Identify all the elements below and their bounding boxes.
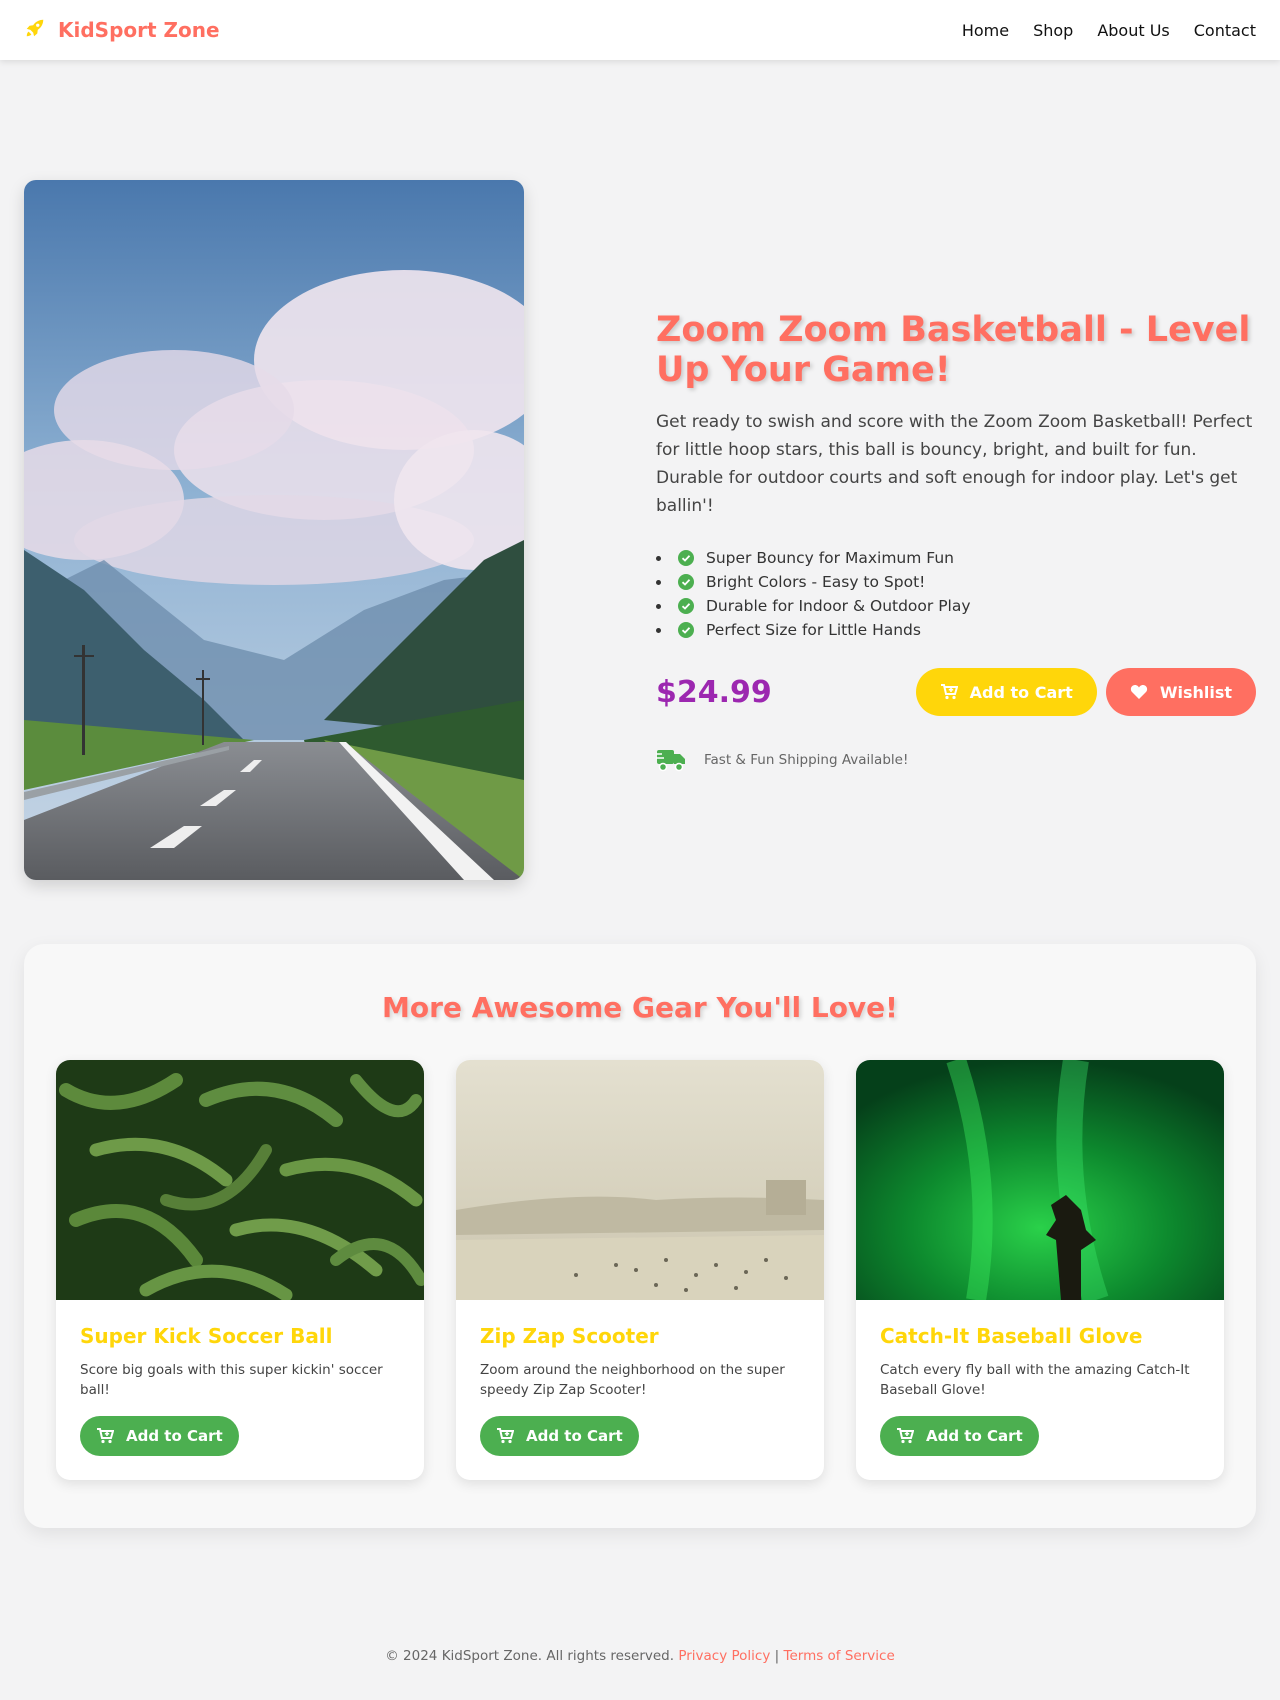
add-to-cart-button[interactable]: Add to Cart [915,668,1097,716]
card-image [856,1060,1224,1300]
nav-about-us[interactable]: About Us [1097,21,1169,40]
nav-contact[interactable]: Contact [1194,21,1256,40]
product-card: Zip Zap Scooter Zoom around the neighbor… [456,1060,824,1480]
related-products: More Awesome Gear You'll Love! Super Kic… [24,944,1256,1528]
related-title: More Awesome Gear You'll Love! [382,991,898,1024]
wishlist-label: Wishlist [1159,682,1232,702]
footer-separator: | [774,1648,780,1664]
card-description: Zoom around the neighborhood on the supe… [480,1362,785,1398]
card-image [56,1060,424,1300]
card-title: Super Kick Soccer Ball [80,1324,333,1348]
feature-item: Bright Colors - Easy to Spot! [656,570,1256,594]
copyright-text: © 2024 KidSport Zone. All rights reserve… [385,1648,675,1664]
truck-icon [656,750,685,772]
feature-text: Super Bouncy for Maximum Fun [706,549,954,567]
product-actions: Add to Cart Wishlist [915,668,1256,716]
feature-item: Super Bouncy for Maximum Fun [656,546,1256,570]
feature-text: Bright Colors - Easy to Spot! [706,573,926,591]
cart-plus-icon [97,1428,114,1444]
nav-home[interactable]: Home [962,21,1009,40]
nav-shop[interactable]: Shop [1033,21,1073,40]
feature-text: Durable for Indoor & Outdoor Play [706,597,971,615]
shipping-info: Fast & Fun Shipping Available! [656,748,1256,772]
main-nav: Home Shop About Us Contact [962,21,1256,40]
price-row: $24.99 Add to Cart Wishlist [656,668,1256,716]
product-card: Super Kick Soccer Ball Score big goals w… [56,1060,424,1480]
cart-plus-icon [497,1428,514,1444]
terms-of-service-link[interactable]: Terms of Service [784,1648,895,1664]
cart-plus-icon [940,684,958,700]
card-description: Score big goals with this super kickin' … [80,1362,383,1398]
product-cards: Super Kick Soccer Ball Score big goals w… [56,1060,1224,1480]
feature-list: Super Bouncy for Maximum Fun Bright Colo… [656,546,1256,642]
privacy-policy-link[interactable]: Privacy Policy [678,1648,770,1664]
brand[interactable]: KidSport Zone [24,17,220,43]
heart-icon [1130,685,1147,699]
product-price: $24.99 [656,674,772,710]
check-circle-icon [678,598,694,614]
site-header: KidSport Zone Home Shop About Us Contact [0,0,1280,60]
product-image [24,180,524,880]
add-to-cart-button[interactable]: Add to Cart [880,1416,1039,1456]
brand-name: KidSport Zone [58,18,220,42]
product-card: Catch-It Baseball Glove Catch every fly … [856,1060,1224,1480]
feature-item: Perfect Size for Little Hands [656,618,1256,642]
product-info: Zoom Zoom Basketball - Level Up Your Gam… [656,310,1256,772]
feature-text: Perfect Size for Little Hands [706,621,921,639]
check-circle-icon [678,574,694,590]
add-to-cart-button[interactable]: Add to Cart [480,1416,639,1456]
add-to-cart-label: Add to Cart [126,1427,223,1445]
wishlist-button[interactable]: Wishlist [1105,668,1256,716]
rocket-icon [24,17,46,43]
product-title: Zoom Zoom Basketball - Level Up Your Gam… [656,310,1251,390]
check-circle-icon [678,622,694,638]
check-circle-icon [678,550,694,566]
card-description: Catch every fly ball with the amazing Ca… [880,1362,1190,1398]
feature-item: Durable for Indoor & Outdoor Play [656,594,1256,618]
shipping-text: Fast & Fun Shipping Available! [704,752,909,768]
add-to-cart-label: Add to Cart [969,682,1073,702]
card-title: Catch-It Baseball Glove [880,1324,1143,1348]
card-title: Zip Zap Scooter [480,1324,659,1348]
card-image [456,1060,824,1300]
add-to-cart-label: Add to Cart [926,1427,1023,1445]
site-footer: © 2024 KidSport Zone. All rights reserve… [0,1648,1280,1664]
product-description: Get ready to swish and score with the Zo… [656,412,1253,516]
add-to-cart-button[interactable]: Add to Cart [80,1416,239,1456]
cart-plus-icon [897,1428,914,1444]
add-to-cart-label: Add to Cart [526,1427,623,1445]
